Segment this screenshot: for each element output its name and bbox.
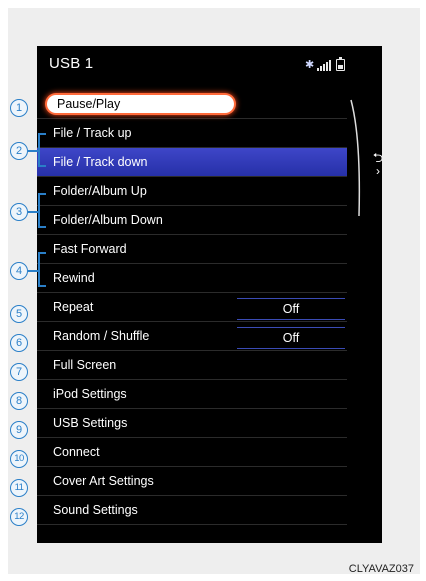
callout-12: 12 [10, 508, 28, 526]
callout-4: 4 [10, 262, 28, 280]
bracket-tick-2 [28, 150, 38, 152]
menu-item-folder-album-down[interactable]: Folder/Album Down [37, 206, 347, 235]
callout-6: 6 [10, 334, 28, 352]
menu-item-label: Pause/Play [57, 97, 121, 111]
status-icons: ✱ [305, 57, 345, 71]
callout-1: 1 [10, 99, 28, 117]
menu-item-label: Folder/Album Down [53, 213, 163, 227]
menu-item-file-track-down[interactable]: File / Track down [37, 148, 347, 177]
bracket-4 [38, 252, 46, 287]
callout-3: 3 [10, 203, 28, 221]
bluetooth-icon: ✱ [305, 59, 315, 71]
callout-2: 2 [10, 142, 28, 160]
menu-item-sound-settings[interactable]: Sound Settings [37, 496, 347, 525]
menu-item-pause-play[interactable]: Pause/Play [37, 90, 347, 119]
menu-item-rewind[interactable]: Rewind [37, 264, 347, 293]
menu-item-connect[interactable]: Connect [37, 438, 347, 467]
menu-item-label: Random / Shuffle [53, 329, 150, 343]
screen-header: USB 1 ✱ [37, 46, 382, 90]
signal-strength-icon [317, 60, 331, 71]
menu-item-label: Rewind [53, 271, 95, 285]
menu-item-random-shuffle[interactable]: Random / Shuffle Off [37, 322, 347, 351]
menu-item-label: Connect [53, 445, 100, 459]
menu-item-label: File / Track up [53, 126, 132, 140]
menu-item-label: Cover Art Settings [53, 474, 154, 488]
bracket-2 [38, 133, 46, 167]
menu-item-folder-album-up[interactable]: Folder/Album Up [37, 177, 347, 206]
menu-item-label: Full Screen [53, 358, 117, 372]
menu-item-repeat[interactable]: Repeat Off [37, 293, 347, 322]
menu-item-label: Folder/Album Up [53, 184, 147, 198]
back-arrow-icon[interactable]: ⮌ › [367, 151, 382, 187]
menu-item-label: File / Track down [53, 155, 148, 169]
bracket-3 [38, 193, 46, 228]
callout-10: 10 [10, 450, 28, 468]
battery-icon [336, 57, 345, 71]
menu-item-label: iPod Settings [53, 387, 127, 401]
menu-item-usb-settings[interactable]: USB Settings [37, 409, 347, 438]
head-unit-screen: USB 1 ✱ Pause/Play File / Track up File … [37, 46, 382, 543]
bracket-tick-4 [28, 270, 38, 272]
bracket-tick-3 [28, 211, 38, 213]
shuffle-value: Off [237, 327, 345, 349]
figure-code: CLYAVAZ037 [348, 563, 414, 575]
callout-7: 7 [10, 363, 28, 381]
menu-item-ipod-settings[interactable]: iPod Settings [37, 380, 347, 409]
callout-5: 5 [10, 305, 28, 323]
screen-title: USB 1 [49, 55, 94, 72]
menu-item-label: Fast Forward [53, 242, 127, 256]
menu-item-fast-forward[interactable]: Fast Forward [37, 235, 347, 264]
menu-item-file-track-up[interactable]: File / Track up [37, 119, 347, 148]
callout-11: 11 [10, 479, 28, 497]
callout-8: 8 [10, 392, 28, 410]
menu-item-label: Repeat [53, 300, 94, 314]
callout-9: 9 [10, 421, 28, 439]
menu-item-label: USB Settings [53, 416, 128, 430]
menu-item-full-screen[interactable]: Full Screen [37, 351, 347, 380]
menu-item-label: Sound Settings [53, 503, 138, 517]
menu-item-cover-art-settings[interactable]: Cover Art Settings [37, 467, 347, 496]
repeat-value: Off [237, 298, 345, 320]
